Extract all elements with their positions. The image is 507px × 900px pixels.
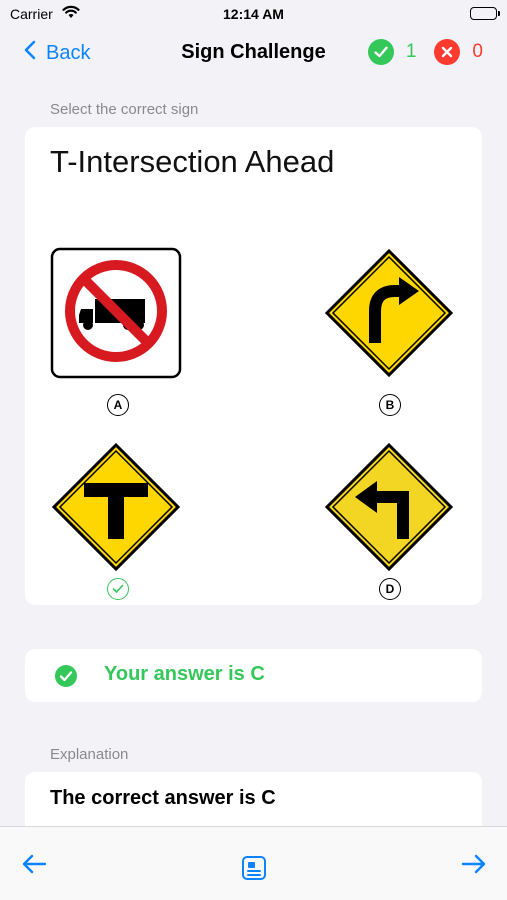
clock: 12:14 AM xyxy=(223,6,284,22)
option-d[interactable] xyxy=(319,437,459,577)
question-section-label: Select the correct sign xyxy=(50,101,199,118)
explanation-text: The correct answer is C xyxy=(50,787,276,809)
score-indicator: 1 0 xyxy=(367,39,483,65)
x-circle-icon xyxy=(434,39,461,65)
left-turn-sign-icon xyxy=(324,442,454,572)
option-c-correct-indicator xyxy=(107,578,129,600)
navigation-bar: Back Sign Challenge 1 0 xyxy=(0,30,507,76)
option-a-label: A xyxy=(107,394,129,416)
no-trucks-sign-icon xyxy=(50,247,182,379)
battery-icon xyxy=(470,7,500,20)
checkmark-circle-icon xyxy=(367,39,394,65)
result-text: Your answer is C xyxy=(104,663,265,685)
explanation-section-label: Explanation xyxy=(50,746,129,763)
question-prompt: T-Intersection Ahead xyxy=(50,144,335,179)
t-intersection-sign-icon xyxy=(51,442,181,572)
question-card: T-Intersection Ahead A B D xyxy=(25,127,482,605)
option-d-label: D xyxy=(379,578,401,600)
card-icon[interactable] xyxy=(241,855,267,886)
right-curve-sign-icon xyxy=(324,248,454,378)
option-b[interactable] xyxy=(319,243,459,383)
wrong-count: 0 xyxy=(472,41,483,62)
checkmark-circle-icon xyxy=(55,665,77,692)
option-a[interactable] xyxy=(46,243,186,383)
option-b-label: B xyxy=(379,394,401,416)
checkmark-icon xyxy=(112,584,124,593)
status-bar: Carrier 12:14 AM xyxy=(0,0,507,28)
arrow-left-icon[interactable] xyxy=(21,853,47,880)
arrow-right-icon[interactable] xyxy=(461,853,487,880)
correct-count: 1 xyxy=(405,41,417,62)
result-card: Your answer is C xyxy=(25,649,482,702)
bottom-toolbar xyxy=(0,826,507,900)
option-c[interactable] xyxy=(46,437,186,577)
